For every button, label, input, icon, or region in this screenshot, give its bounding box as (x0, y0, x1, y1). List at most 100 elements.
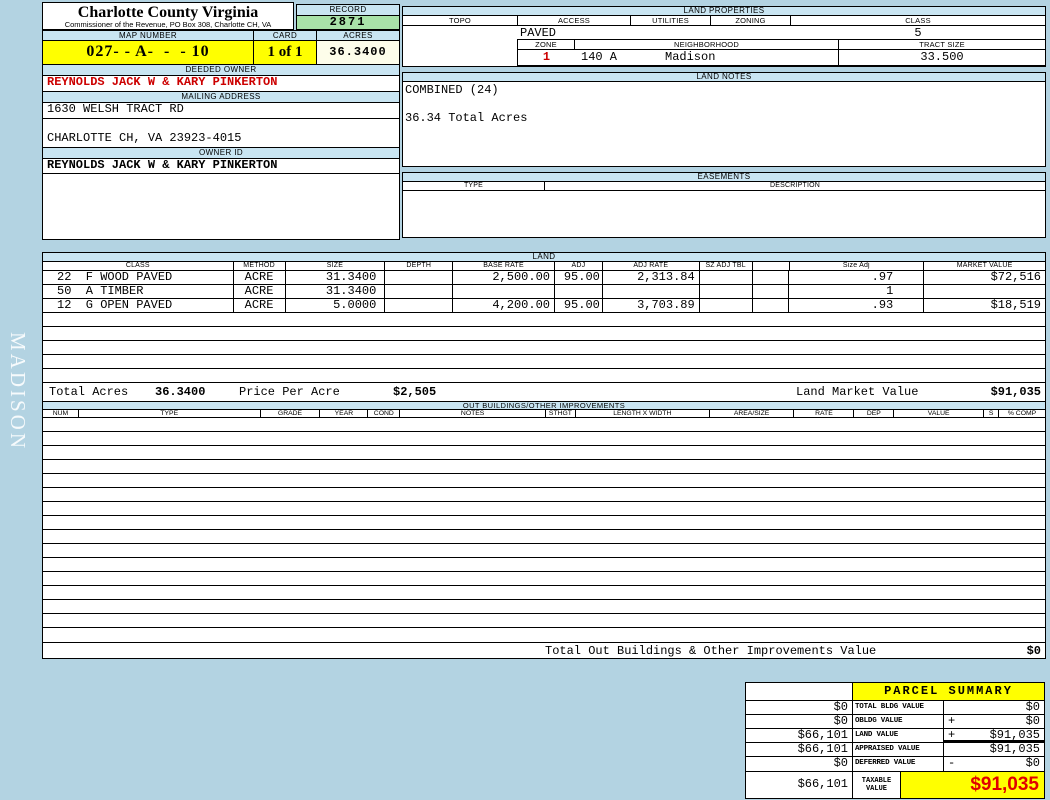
ob-col-rate: RATE (794, 410, 855, 417)
ob-col-area-size: AREA/SIZE (709, 410, 795, 417)
ob-col-notes: NOTES (400, 410, 546, 417)
ps-row-total-bldg: $0 TOTAL BLDG VALUE $0 (746, 701, 1044, 715)
land-col-market-value: MARKET VALUE (924, 262, 1045, 270)
land-col-method: METHOD (233, 262, 286, 270)
ob-total-value: $0 (1026, 644, 1041, 658)
zone-label: ZONE (518, 40, 575, 49)
county-subtitle: Commissioner of the Revenue, PO Box 308,… (64, 20, 272, 29)
land-market-value-label: Land Market Value (796, 385, 919, 399)
land-col-size-adj: Size Adj (789, 262, 925, 270)
out-buildings-title: OUT BUILDINGS/OTHER IMPROVEMENTS (43, 402, 1045, 410)
land-empty-row (43, 369, 1045, 383)
ob-empty-row (43, 502, 1045, 516)
record-value: 2871 (297, 16, 399, 29)
neighborhood-code: 140 A (581, 50, 618, 64)
land-table-row: 22 F WOOD PAVED ACRE 31.3400 2,500.00 95… (43, 271, 1045, 285)
land-table-row: 50 A TIMBER ACRE 31.3400 1 (43, 285, 1045, 299)
land-notes-title: LAND NOTES (403, 73, 1045, 82)
ob-empty-row (43, 516, 1045, 530)
col-access: ACCESS (518, 16, 631, 25)
zone-neighborhood-table: ZONE NEIGHBORHOOD TRACT SIZE 1 140 A Mad… (517, 39, 1046, 66)
district-vertical-label: MADISON (6, 332, 30, 452)
ob-col-value: VALUE (894, 410, 985, 417)
col-topo: TOPO (403, 16, 518, 25)
land-col-base-rate: BASE RATE (453, 262, 555, 270)
land-properties-section: LAND PROPERTIES TOPO ACCESS UTILITIES ZO… (402, 6, 1046, 67)
ob-empty-row (43, 628, 1045, 642)
land-empty-row (43, 313, 1045, 327)
land-table-row: 12 G OPEN PAVED ACRE 5.0000 4,200.00 95.… (43, 299, 1045, 313)
land-col-size: SIZE (285, 262, 386, 270)
ob-col-year: YEAR (320, 410, 369, 417)
ob-total-label: Total Out Buildings & Other Improvements… (545, 644, 877, 658)
ob-empty-row (43, 446, 1045, 460)
ob-col-grade: GRADE (260, 410, 321, 417)
ob-col-type: TYPE (78, 410, 261, 417)
ob-col-length-width: LENGTH X WIDTH (575, 410, 710, 417)
address-line-2: CHARLOTTE CH, VA 23923-4015 (43, 132, 399, 148)
county-title: Charlotte County Virginia (77, 4, 259, 21)
total-acres-label: Total Acres (49, 385, 129, 399)
ps-row-land-value: $66,101 LAND VALUE + $91,035 (746, 729, 1044, 743)
ob-empty-row (43, 530, 1045, 544)
parcel-summary-title: PARCEL SUMMARY (853, 683, 1044, 700)
ob-empty-row (43, 586, 1045, 600)
land-empty-row (43, 327, 1045, 341)
ob-col-s: S (984, 410, 1000, 417)
land-market-value: $91,035 (990, 385, 1041, 399)
ob-empty-row (43, 558, 1045, 572)
ob-col-pct-comp: % COMP (999, 410, 1045, 417)
ob-empty-row (43, 418, 1045, 432)
neighborhood-name: Madison (665, 50, 716, 64)
land-totals-row: Total Acres 36.3400 Price Per Acre $2,50… (43, 383, 1045, 401)
ob-col-sthgt: STHGT (545, 410, 576, 417)
col-utilities: UTILITIES (631, 16, 711, 25)
easements-title: EASEMENTS (403, 173, 1045, 182)
ps-row-appraised: $66,101 APPRAISED VALUE $91,035 (746, 743, 1044, 757)
card-label: CARD (254, 31, 317, 41)
ob-empty-row (43, 432, 1045, 446)
easements-body (403, 191, 1045, 237)
county-title-box: Charlotte County Virginia Commissioner o… (42, 2, 294, 30)
total-acres-value: 36.3400 (155, 385, 206, 399)
col-zoning: ZONING (711, 16, 791, 25)
price-per-acre-value: $2,505 (393, 385, 437, 399)
easements-section: EASEMENTS TYPE DESCRIPTION (402, 172, 1046, 238)
ob-empty-row (43, 460, 1045, 474)
ob-empty-row (43, 600, 1045, 614)
parcel-summary: PARCEL SUMMARY $0 TOTAL BLDG VALUE $0 $0… (745, 682, 1045, 799)
out-buildings-total-row: Total Out Buildings & Other Improvements… (43, 642, 1045, 658)
tract-size-value: 33.500 (920, 50, 964, 64)
owner-panel-filler (43, 174, 399, 239)
acres-value: 36.3400 (317, 41, 399, 64)
land-empty-row (43, 355, 1045, 369)
tract-size-label: TRACT SIZE (839, 40, 1045, 49)
ps-row-taxable: $66,101 TAXABLE VALUE $91,035 (746, 771, 1044, 798)
land-col-adj: ADJ (554, 262, 603, 270)
price-per-acre-label: Price Per Acre (239, 385, 340, 399)
land-col-sz-adj-tbl: SZ ADJ TBL (699, 262, 753, 270)
land-title: LAND (43, 253, 1045, 262)
easement-type-label: TYPE (403, 182, 545, 190)
card-value: 1 of 1 (254, 41, 317, 64)
deeded-owner-value: REYNOLDS JACK W & KARY PINKERTON (43, 76, 399, 92)
address-line-1: 1630 WELSH TRACT RD (43, 103, 399, 119)
land-section: LAND CLASS METHOD SIZE DEPTH BASE RATE A… (42, 252, 1046, 402)
ob-empty-row (43, 572, 1045, 586)
ob-empty-row (43, 474, 1045, 488)
ps-row-deferred: $0 DEFERRED VALUE - $0 (746, 757, 1044, 771)
ob-col-cond: COND (368, 410, 401, 417)
owner-panel: MAP NUMBER CARD ACRES 027- - A- - - 10 1… (42, 30, 400, 240)
ps-row-obldg: $0 OBLDG VALUE + $0 (746, 715, 1044, 729)
owner-id-value: REYNOLDS JACK W & KARY PINKERTON (43, 159, 399, 174)
col-class: CLASS (791, 16, 1045, 25)
ps-header-blank (746, 683, 853, 700)
land-properties-title: LAND PROPERTIES (403, 7, 1045, 16)
land-col-blank (752, 262, 790, 270)
map-number-label: MAP NUMBER (43, 31, 254, 41)
taxable-value-label: TAXABLE VALUE (853, 772, 901, 798)
taxable-value: $91,035 (901, 772, 1044, 798)
ob-col-dep: DEP (854, 410, 895, 417)
ob-empty-row (43, 614, 1045, 628)
neighborhood-label: NEIGHBORHOOD (575, 40, 839, 49)
